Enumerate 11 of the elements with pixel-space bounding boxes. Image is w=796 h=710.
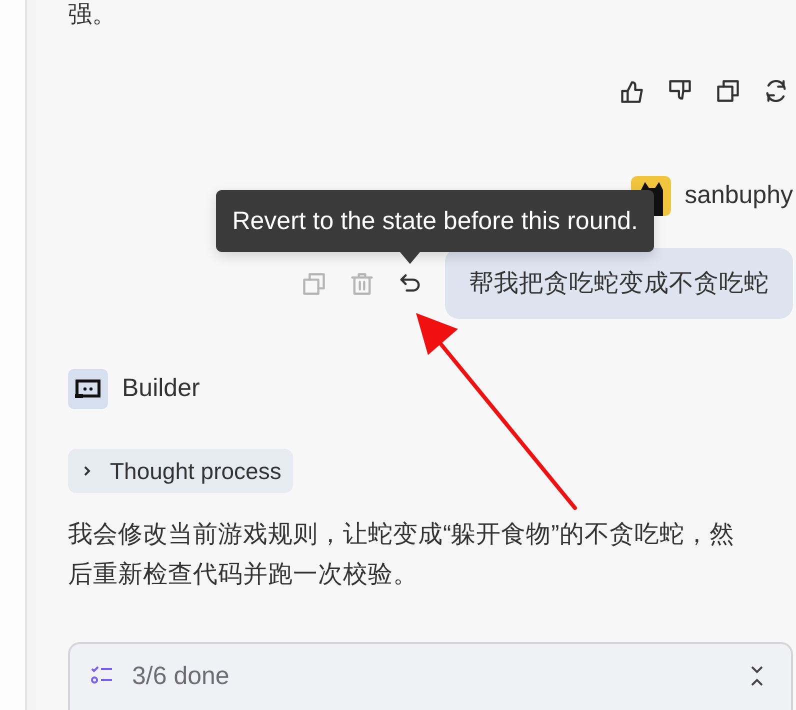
chevron-icon [82,464,92,478]
assistant-message-text: 我会修改当前游戏规则，让蛇变成“躲开食物”的不贪吃蛇，然后重新检查代码并跑一次校验。 [68,520,736,590]
user-message-bubble: 帮我把贪吃蛇变成不贪吃蛇 [445,248,793,319]
tooltip-arrow [400,252,420,264]
assistant-name: Builder [122,373,200,404]
tooltip: Revert to the state before this round. [216,190,654,252]
copy-button[interactable] [715,78,741,104]
message-text: 强。 [68,0,117,28]
bot-avatar-icon [68,369,108,409]
username: sanbuphy [684,180,793,212]
thought-process-toggle[interactable]: Thought process [68,449,294,493]
